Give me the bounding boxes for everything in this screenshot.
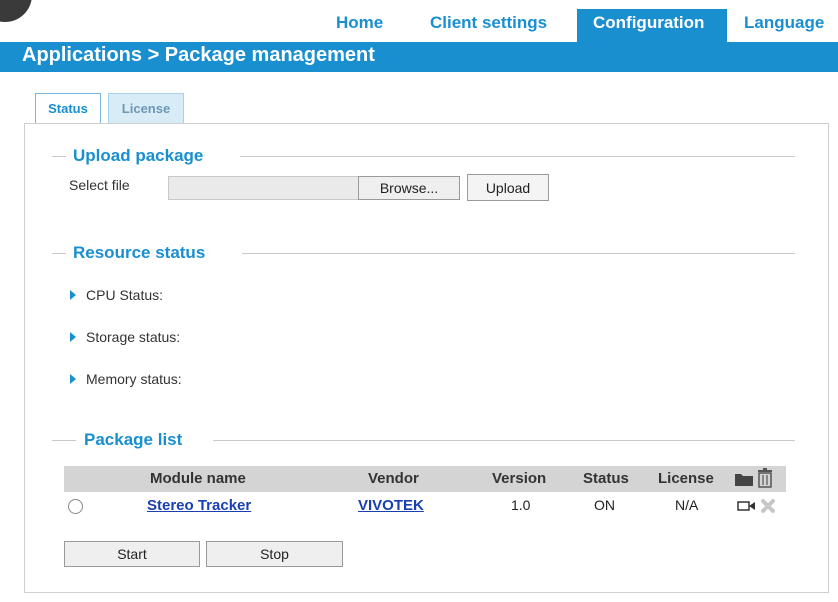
nav-client-settings[interactable]: Client settings <box>430 13 547 33</box>
nav-configuration-label: Configuration <box>593 13 705 32</box>
upload-section-title: Upload package <box>73 146 204 165</box>
folder-icon[interactable] <box>734 471 754 487</box>
camera-icon[interactable] <box>737 500 757 512</box>
column-version: Version <box>492 470 547 487</box>
section-divider <box>240 156 795 157</box>
tab-status[interactable]: Status <box>35 93 101 123</box>
package-list-title: Package list <box>84 430 183 449</box>
section-divider <box>52 440 76 441</box>
vendor-link[interactable]: VIVOTEK <box>358 497 424 514</box>
package-select-radio[interactable] <box>68 499 83 514</box>
nav-language[interactable]: Language <box>744 13 824 33</box>
chevron-right-icon <box>70 290 76 300</box>
breadcrumb: Applications > Package management <box>22 44 375 66</box>
section-divider <box>52 156 66 157</box>
upload-button[interactable]: Upload <box>467 174 549 201</box>
status-value: ON <box>594 497 615 513</box>
stop-button[interactable]: Stop <box>206 541 343 567</box>
delete-icon[interactable] <box>760 498 776 514</box>
section-divider <box>52 253 66 254</box>
memory-status-label: Memory status: <box>86 371 182 387</box>
license-value: N/A <box>675 497 699 513</box>
select-file-label: Select file <box>69 177 130 193</box>
section-divider <box>242 253 795 254</box>
trash-icon[interactable] <box>757 468 773 488</box>
chevron-right-icon <box>70 374 76 384</box>
module-name-link[interactable]: Stereo Tracker <box>147 497 251 514</box>
column-module-name: Module name <box>150 470 246 487</box>
section-divider <box>213 440 795 441</box>
cpu-status-label: CPU Status: <box>86 287 164 303</box>
storage-status-label: Storage status: <box>86 329 181 345</box>
column-status: Status <box>583 470 629 487</box>
nav-configuration[interactable]: Configuration <box>577 9 727 42</box>
version-value: 1.0 <box>511 497 531 513</box>
start-button[interactable]: Start <box>64 541 200 567</box>
file-path-field[interactable] <box>168 176 360 200</box>
nav-home[interactable]: Home <box>336 13 383 33</box>
top-navigation: Home Client settings Configuration Langu… <box>0 0 838 42</box>
tab-license[interactable]: License <box>108 93 184 123</box>
page-title-bar: Applications > Package management <box>0 42 838 72</box>
resource-section-title: Resource status <box>73 243 206 262</box>
column-license: License <box>658 470 714 487</box>
chevron-right-icon <box>70 332 76 342</box>
browse-button[interactable]: Browse... <box>358 176 460 200</box>
package-table-header: Module name Vendor Version Status Licens… <box>64 466 786 492</box>
column-vendor: Vendor <box>368 470 419 487</box>
